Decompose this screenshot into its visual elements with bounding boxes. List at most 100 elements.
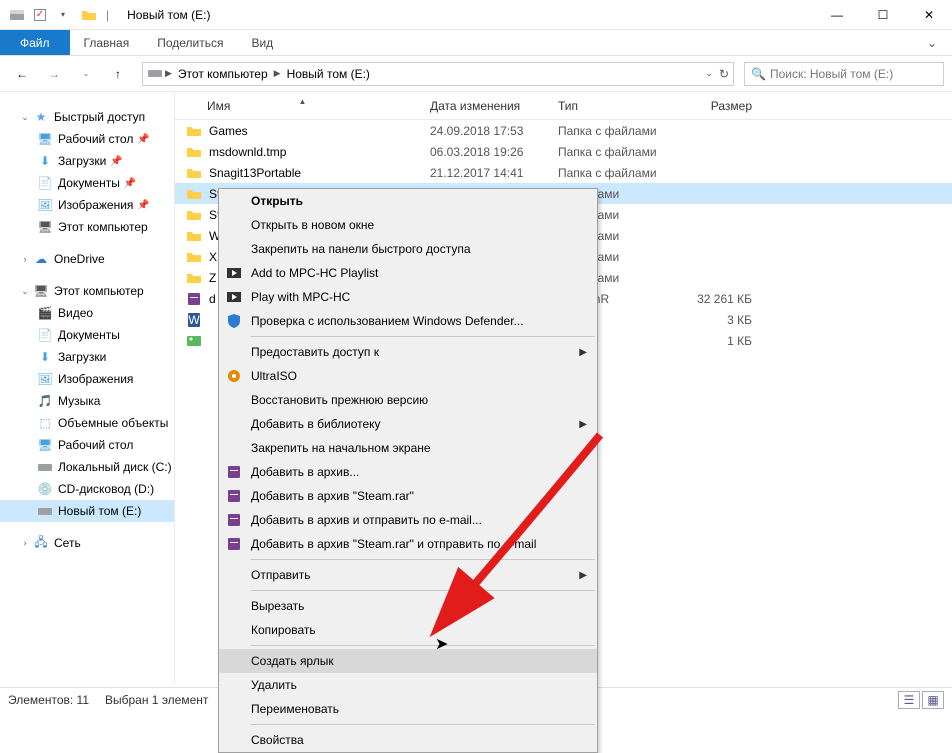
folder-icon [185, 144, 203, 160]
col-date[interactable]: Дата изменения [430, 99, 558, 113]
menu-item[interactable]: Открыть [219, 189, 597, 213]
window-title: Новый том (E:) [127, 8, 210, 22]
menu-item[interactable]: Свойства [219, 728, 597, 752]
file-row[interactable]: Snagit13Portable21.12.2017 14:41Папка с … [175, 162, 952, 183]
status-count: Элементов: 11 [8, 693, 89, 707]
menu-item[interactable]: Вырезать [219, 594, 597, 618]
menu-item[interactable]: Создать ярлык [219, 649, 597, 673]
qat-dropdown-icon[interactable]: ▾ [54, 6, 72, 24]
ultra-icon [225, 368, 243, 384]
tree-item[interactable]: 🖥Рабочий стол [0, 434, 174, 456]
menu-label: Удалить [251, 678, 297, 692]
col-name[interactable]: ▲Имя [175, 99, 430, 113]
minimize-button[interactable]: — [814, 0, 860, 30]
ribbon-tab-view[interactable]: Вид [237, 30, 287, 55]
breadcrumb[interactable]: Этот компьютер [174, 67, 272, 81]
ribbon-toggle-icon[interactable]: ⌄ [912, 30, 952, 55]
folder-icon [185, 228, 203, 244]
menu-item[interactable]: Проверка с использованием Windows Defend… [219, 309, 597, 333]
tree-network[interactable]: ›🖧Сеть [0, 532, 174, 554]
menu-item[interactable]: Открыть в новом окне [219, 213, 597, 237]
address-dropdown-icon[interactable]: ⌄ [705, 68, 713, 79]
tree-item[interactable]: 💿CD-дисковод (D:) [0, 478, 174, 500]
tree-item[interactable]: 🎵Музыка [0, 390, 174, 412]
file-row[interactable]: Games24.09.2018 17:53Папка с файлами [175, 120, 952, 141]
forward-button[interactable]: → [40, 61, 68, 87]
up-button[interactable]: ↑ [104, 61, 132, 87]
view-details-button[interactable]: ☰ [898, 691, 920, 709]
rar-icon [225, 536, 243, 552]
pin-icon: 📌 [124, 178, 136, 189]
menu-item[interactable]: Закрепить на начальном экране [219, 436, 597, 460]
tree-this-pc[interactable]: ⌄🖥Этот компьютер [0, 280, 174, 302]
tree-item[interactable]: ⬇Загрузки [0, 346, 174, 368]
address-bar[interactable]: ▶ Этот компьютер ▶ Новый том (E:) ⌄ ↻ [142, 62, 734, 86]
tree-item[interactable]: Локальный диск (C:) [0, 456, 174, 478]
quick-access-toolbar: ✓ ▾ | [8, 6, 109, 24]
menu-item[interactable]: Добавить в архив "Steam.rar" [219, 484, 597, 508]
chevron-right-icon[interactable]: ▶ [272, 68, 283, 79]
tree-item-selected[interactable]: Новый том (E:) [0, 500, 174, 522]
tree-item[interactable]: 🎬Видео [0, 302, 174, 324]
rar-icon [225, 488, 243, 504]
menu-item[interactable]: Закрепить на панели быстрого доступа [219, 237, 597, 261]
pictures-icon: 🖼 [36, 197, 54, 213]
menu-item[interactable]: Добавить в архив и отправить по e-mail..… [219, 508, 597, 532]
menu-item[interactable]: Копировать [219, 618, 597, 642]
sort-asc-icon: ▲ [299, 97, 307, 106]
menu-item[interactable]: Play with MPC-HC [219, 285, 597, 309]
view-thumbs-button[interactable]: ▦ [922, 691, 944, 709]
recent-dropdown-icon[interactable]: ⌄ [72, 61, 100, 87]
defender-icon [225, 313, 243, 329]
menu-item[interactable]: Добавить в архив... [219, 460, 597, 484]
ribbon-tab-home[interactable]: Главная [70, 30, 144, 55]
menu-item[interactable]: Добавить в библиотеку▶ [219, 412, 597, 436]
file-size: 32 261 КБ [670, 292, 760, 306]
tree-item[interactable]: ⬚Объемные объекты [0, 412, 174, 434]
file-row[interactable]: msdownld.tmp06.03.2018 19:26Папка с файл… [175, 141, 952, 162]
cube-icon: ⬚ [36, 415, 54, 431]
tree-item[interactable]: 📄Документы📌 [0, 172, 174, 194]
drive-icon [8, 6, 26, 24]
drive-icon [147, 66, 163, 81]
network-icon: 🖧 [32, 535, 50, 551]
menu-item[interactable]: Add to MPC-HC Playlist [219, 261, 597, 285]
menu-item[interactable]: UltraISO [219, 364, 597, 388]
ribbon-tab-file[interactable]: Файл [0, 30, 70, 55]
checkbox-icon[interactable]: ✓ [34, 9, 46, 21]
ribbon-tab-share[interactable]: Поделиться [143, 30, 237, 55]
menu-label: Восстановить прежнюю версию [251, 393, 428, 407]
breadcrumb[interactable]: Новый том (E:) [283, 67, 374, 81]
col-size[interactable]: Размер [670, 99, 760, 113]
menu-item[interactable]: Удалить [219, 673, 597, 697]
tree-item[interactable]: 🖼Изображения📌 [0, 194, 174, 216]
pin-icon: 📌 [110, 156, 122, 167]
menu-item[interactable]: Переименовать [219, 697, 597, 721]
menu-item[interactable]: Восстановить прежнюю версию [219, 388, 597, 412]
file-type: Папка с файлами [558, 124, 670, 138]
tree-item[interactable]: 📄Документы [0, 324, 174, 346]
column-headers[interactable]: ▲Имя Дата изменения Тип Размер [175, 92, 952, 120]
menu-item[interactable]: Добавить в архив "Steam.rar" и отправить… [219, 532, 597, 556]
tree-onedrive[interactable]: ›☁OneDrive [0, 248, 174, 270]
tree-quick-access[interactable]: ⌄★Быстрый доступ [0, 106, 174, 128]
tree-item[interactable]: ⬇Загрузки📌 [0, 150, 174, 172]
tree-item[interactable]: 🖥Этот компьютер [0, 216, 174, 238]
tree-item[interactable]: 🖥Рабочий стол📌 [0, 128, 174, 150]
file-date: 24.09.2018 17:53 [430, 124, 558, 138]
menu-label: Копировать [251, 623, 316, 637]
search-input[interactable]: 🔍 Поиск: Новый том (E:) [744, 62, 944, 86]
close-button[interactable]: ✕ [906, 0, 952, 30]
menu-item[interactable]: Предоставить доступ к▶ [219, 340, 597, 364]
chevron-right-icon[interactable]: ▶ [163, 68, 174, 79]
menu-item[interactable]: Отправить▶ [219, 563, 597, 587]
tree-item[interactable]: 🖼Изображения [0, 368, 174, 390]
col-type[interactable]: Тип [558, 99, 670, 113]
back-button[interactable]: ← [8, 61, 36, 87]
refresh-icon[interactable]: ↻ [719, 67, 729, 81]
menu-label: Добавить в архив и отправить по e-mail..… [251, 513, 482, 527]
file-date: 06.03.2018 19:26 [430, 145, 558, 159]
menu-label: Добавить в архив "Steam.rar" [251, 489, 414, 503]
maximize-button[interactable]: ☐ [860, 0, 906, 30]
menu-label: Открыть [251, 194, 303, 208]
